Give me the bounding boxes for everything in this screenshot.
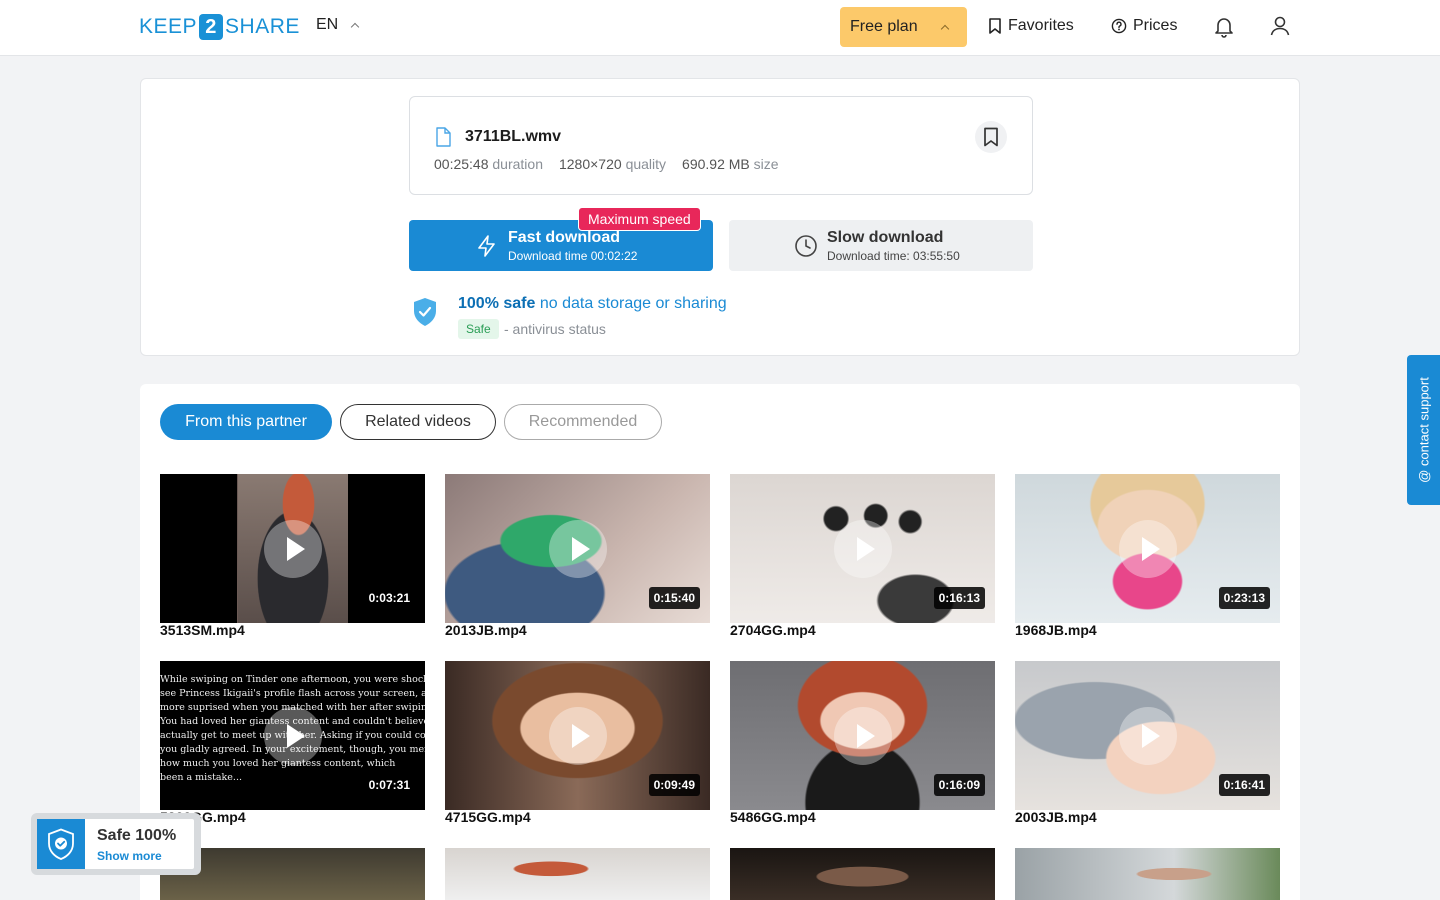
safe-widget-shield [37,819,85,869]
play-icon [1118,519,1177,578]
video-thumbnail[interactable]: 0:09:49 [445,661,710,810]
logo-share: SHARE [225,15,300,38]
user-profile-icon[interactable] [1268,14,1292,38]
contact-support-tab[interactable]: @ contact support [1407,355,1440,505]
play-icon [1118,706,1177,765]
shield-check-icon [48,828,74,860]
clock-icon [795,235,817,257]
play-icon [548,706,607,765]
bookmark-icon [984,127,998,147]
slow-download-title: Slow download [827,229,944,246]
file-icon [436,127,451,147]
video-thumbnail[interactable]: 0:16:13 [730,474,995,623]
video-duration: 0:16:09 [933,774,985,796]
antivirus-status-badge: Safe [458,319,499,339]
favorites-link[interactable]: Favorites [988,17,1074,35]
safe-widget[interactable]: Safe 100% Show more [31,813,201,875]
safe-widget-title: Safe 100% [97,827,177,844]
quality-meta: 1280×720 quality [558,156,667,172]
video-duration: 0:03:21 [363,587,415,609]
tab-recommended[interactable]: Recommended [504,404,662,440]
play-icon [548,519,607,578]
tab-from-this-partner[interactable]: From this partner [160,404,332,440]
tab-related-videos[interactable]: Related videos [340,404,496,440]
video-name[interactable]: 2013JB.mp4 [445,622,527,638]
size-meta: 690.92 MB size [682,156,779,172]
language-label: EN [316,16,339,33]
play-icon [833,519,892,578]
contact-support-label: @ contact support [1416,377,1431,483]
show-more-link[interactable]: Show more [97,849,162,863]
keep2share-logo[interactable]: KEEP 2 SHARE [139,14,300,40]
video-thumbnail[interactable]: While swiping on Tinder one afternoon, y… [160,661,425,810]
video-name[interactable]: 3513SM.mp4 [160,622,245,638]
file-name: 3711BL.wmv [465,128,562,145]
favorites-label: Favorites [1008,17,1074,34]
lightning-icon [478,235,495,257]
video-name[interactable]: 2003JB.mp4 [1015,809,1097,825]
slow-download-button[interactable]: Slow download Download time: 03:55:50 [729,220,1033,271]
duration-meta: 00:25:48 duration [434,156,543,172]
fast-download-title: Fast download [508,229,620,246]
prices-label: Prices [1133,17,1178,34]
language-selector[interactable]: EN [316,16,360,34]
file-info-card: 3711BL.wmv 00:25:48 duration 1280×720 qu… [140,78,1300,356]
play-icon [263,519,322,578]
video-thumbnail[interactable]: 0:23:13 [1015,474,1280,623]
file-details-box: 3711BL.wmv 00:25:48 duration 1280×720 qu… [409,96,1033,195]
video-duration: 0:15:40 [648,587,700,609]
antivirus-status-label: - antivirus status [504,321,606,337]
prices-link[interactable]: Prices [1111,17,1177,35]
chevron-up-icon [940,24,950,34]
add-to-favorites-button[interactable] [975,121,1007,153]
video-thumbnail[interactable] [445,848,710,900]
fast-download-time: Download time 00:02:22 [508,249,638,263]
chevron-up-icon [350,22,360,32]
bookmark-icon [989,18,1001,34]
maximum-speed-badge: Maximum speed [578,207,701,231]
safe-widget-inner: Safe 100% Show more [37,819,194,869]
video-duration: 0:16:41 [1218,774,1270,796]
play-icon [263,706,322,765]
logo-keep: KEEP [139,15,198,38]
plan-label: Free plan [850,18,918,35]
video-name[interactable]: 4715GG.mp4 [445,809,531,825]
slow-download-time: Download time: 03:55:50 [827,249,960,263]
free-plan-dropdown[interactable]: Free plan [840,7,967,47]
play-icon [833,706,892,765]
shield-check-icon [414,298,436,326]
notification-bell-icon[interactable] [1212,14,1236,38]
video-name[interactable]: 2704GG.mp4 [730,622,816,638]
video-duration: 0:07:31 [363,774,415,796]
video-thumbnail[interactable]: 0:16:09 [730,661,995,810]
video-thumbnail[interactable] [730,848,995,900]
video-name[interactable]: 1968JB.mp4 [1015,622,1097,638]
help-circle-icon [1111,18,1127,34]
file-meta: 00:25:48 duration 1280×720 quality 690.9… [434,156,779,172]
video-name[interactable]: 5486GG.mp4 [730,809,816,825]
video-thumbnail[interactable]: 0:16:41 [1015,661,1280,810]
logo-number: 2 [199,14,224,40]
video-duration: 0:16:13 [933,587,985,609]
video-duration: 0:23:13 [1218,587,1270,609]
top-header: KEEP 2 SHARE EN Free plan Favorites Pric… [0,0,1440,56]
video-duration: 0:09:49 [648,774,700,796]
videos-section: From this partner Related videos Recomme… [140,384,1300,900]
video-thumbnail[interactable]: 0:15:40 [445,474,710,623]
video-thumbnail[interactable]: 0:03:21 [160,474,425,623]
safe-title: 100% safe no data storage or sharing [458,295,727,312]
video-thumbnail[interactable] [1015,848,1280,900]
